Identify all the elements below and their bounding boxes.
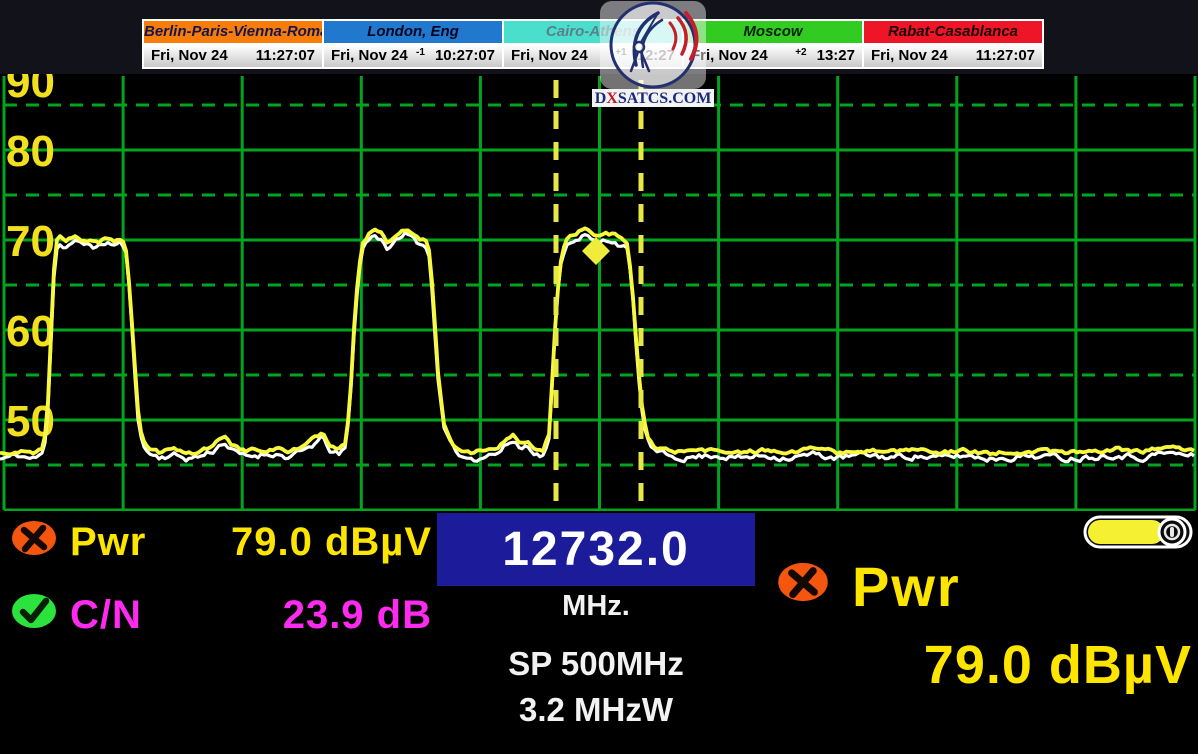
big-pwr-value: 79.0 dBµV: [810, 634, 1192, 696]
city-time-cell: Fri, Nov 24 11:27:07: [142, 43, 324, 69]
city-name: Moscow: [743, 23, 802, 40]
toggle-knob-icon: [1159, 519, 1185, 545]
city-time-cell: Fri, Nov 24 11:27:07: [862, 43, 1044, 69]
clock-city-rabat: Rabat-Casablanca Fri, Nov 24 11:27:07: [862, 19, 1044, 69]
city-date: Fri, Nov 24: [871, 45, 948, 67]
y-axis-label: 90: [6, 74, 55, 107]
city-name: Berlin-Paris-Vienna-Roma: [144, 23, 324, 40]
pwr-label: Pwr: [70, 520, 146, 565]
y-axis-label: 70: [6, 217, 55, 266]
city-date: Fri, Nov 24: [511, 45, 588, 67]
reference-trace: [0, 233, 1194, 462]
city-date: Fri, Nov 24: [151, 45, 228, 67]
city-header: London, Eng: [322, 19, 504, 43]
city-name: Rabat-Casablanca: [888, 23, 1018, 40]
city-clock: 10:27:07: [435, 45, 495, 67]
spectrum-display: 9080706050: [0, 74, 1198, 511]
bandwidth-readout: 3.2 MHzW: [437, 691, 755, 729]
power-toggle[interactable]: [1083, 515, 1193, 549]
city-header: Berlin-Paris-Vienna-Roma: [142, 19, 324, 43]
x-cross-icon: [10, 519, 58, 557]
pwr-value: 79.0 dBµV: [200, 520, 432, 565]
check-icon: [10, 592, 58, 630]
city-time-cell: Fri, Nov 24 -1 10:27:07: [322, 43, 504, 69]
city-name: London, Eng: [367, 23, 459, 40]
span-readout: SP 500MHz: [437, 645, 755, 683]
signal-meter-screen: Berlin-Paris-Vienna-Roma Fri, Nov 24 11:…: [0, 0, 1198, 754]
city-clock: 11:27:07: [976, 45, 1035, 67]
clock-city-london: London, Eng Fri, Nov 24 -1 10:27:07: [322, 19, 504, 69]
city-clock: 13:27: [817, 45, 855, 67]
city-header: Rabat-Casablanca: [862, 19, 1044, 43]
cn-label: C/N: [70, 593, 142, 638]
y-axis-label: 60: [6, 307, 55, 356]
y-axis-label: 80: [6, 127, 55, 176]
city-date: Fri, Nov 24: [331, 45, 408, 67]
frequency-unit: MHz.: [437, 590, 755, 623]
city-clock: 11:27:07: [256, 45, 315, 67]
big-pwr-label: Pwr: [852, 554, 961, 619]
dxsatcs-logo: DXSATCS.COM: [592, 1, 714, 107]
clock-city-berlin: Berlin-Paris-Vienna-Roma Fri, Nov 24 11:…: [142, 19, 324, 69]
utc-offset: +2: [795, 46, 806, 60]
cn-value: 23.9 dB: [200, 593, 432, 638]
frequency-display[interactable]: 12732.0: [437, 513, 755, 586]
utc-offset: -1: [416, 46, 425, 60]
logo-text: DXSATCS.COM: [595, 90, 712, 107]
x-cross-icon-large: [776, 560, 830, 604]
